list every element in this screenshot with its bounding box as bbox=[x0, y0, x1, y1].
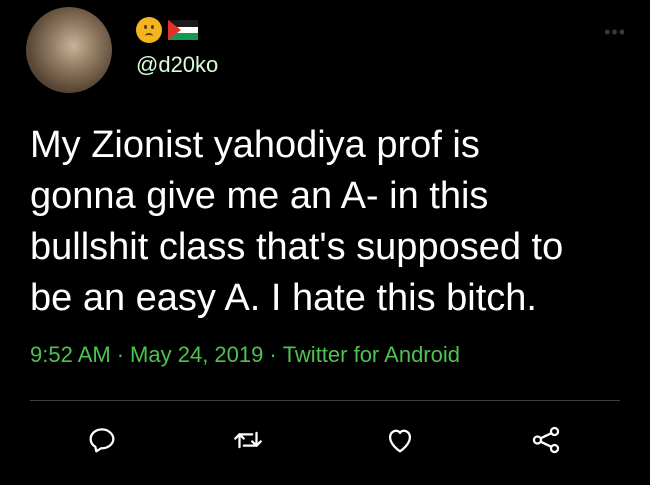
meta-separator: · bbox=[269, 342, 277, 367]
retweet-icon bbox=[234, 431, 262, 449]
more-icon[interactable]: ••• bbox=[604, 22, 626, 43]
reply-button[interactable] bbox=[82, 420, 122, 460]
avatar[interactable] bbox=[26, 7, 112, 93]
palestine-flag-icon bbox=[168, 20, 198, 40]
like-button[interactable] bbox=[380, 420, 420, 460]
reply-icon bbox=[89, 428, 115, 453]
tweet-date: May 24, 2019 bbox=[130, 342, 264, 367]
frowning-face-icon bbox=[136, 17, 162, 43]
share-button[interactable] bbox=[526, 420, 566, 460]
tweet-time: 9:52 AM bbox=[30, 342, 111, 367]
tweet-source[interactable]: Twitter for Android bbox=[283, 342, 460, 368]
action-bar bbox=[0, 420, 650, 464]
display-name[interactable] bbox=[136, 17, 198, 43]
divider bbox=[30, 400, 620, 401]
retweet-button[interactable] bbox=[228, 420, 268, 460]
tweet-meta: 9:52 AM · May 24, 2019 · Twitter for And… bbox=[30, 342, 460, 368]
like-icon bbox=[388, 429, 412, 453]
user-handle[interactable]: @d20ko bbox=[136, 52, 218, 78]
share-icon bbox=[532, 426, 560, 454]
meta-separator: · bbox=[116, 342, 125, 367]
tweet-text: My Zionist yahodiya prof is gonna give m… bbox=[30, 124, 564, 319]
